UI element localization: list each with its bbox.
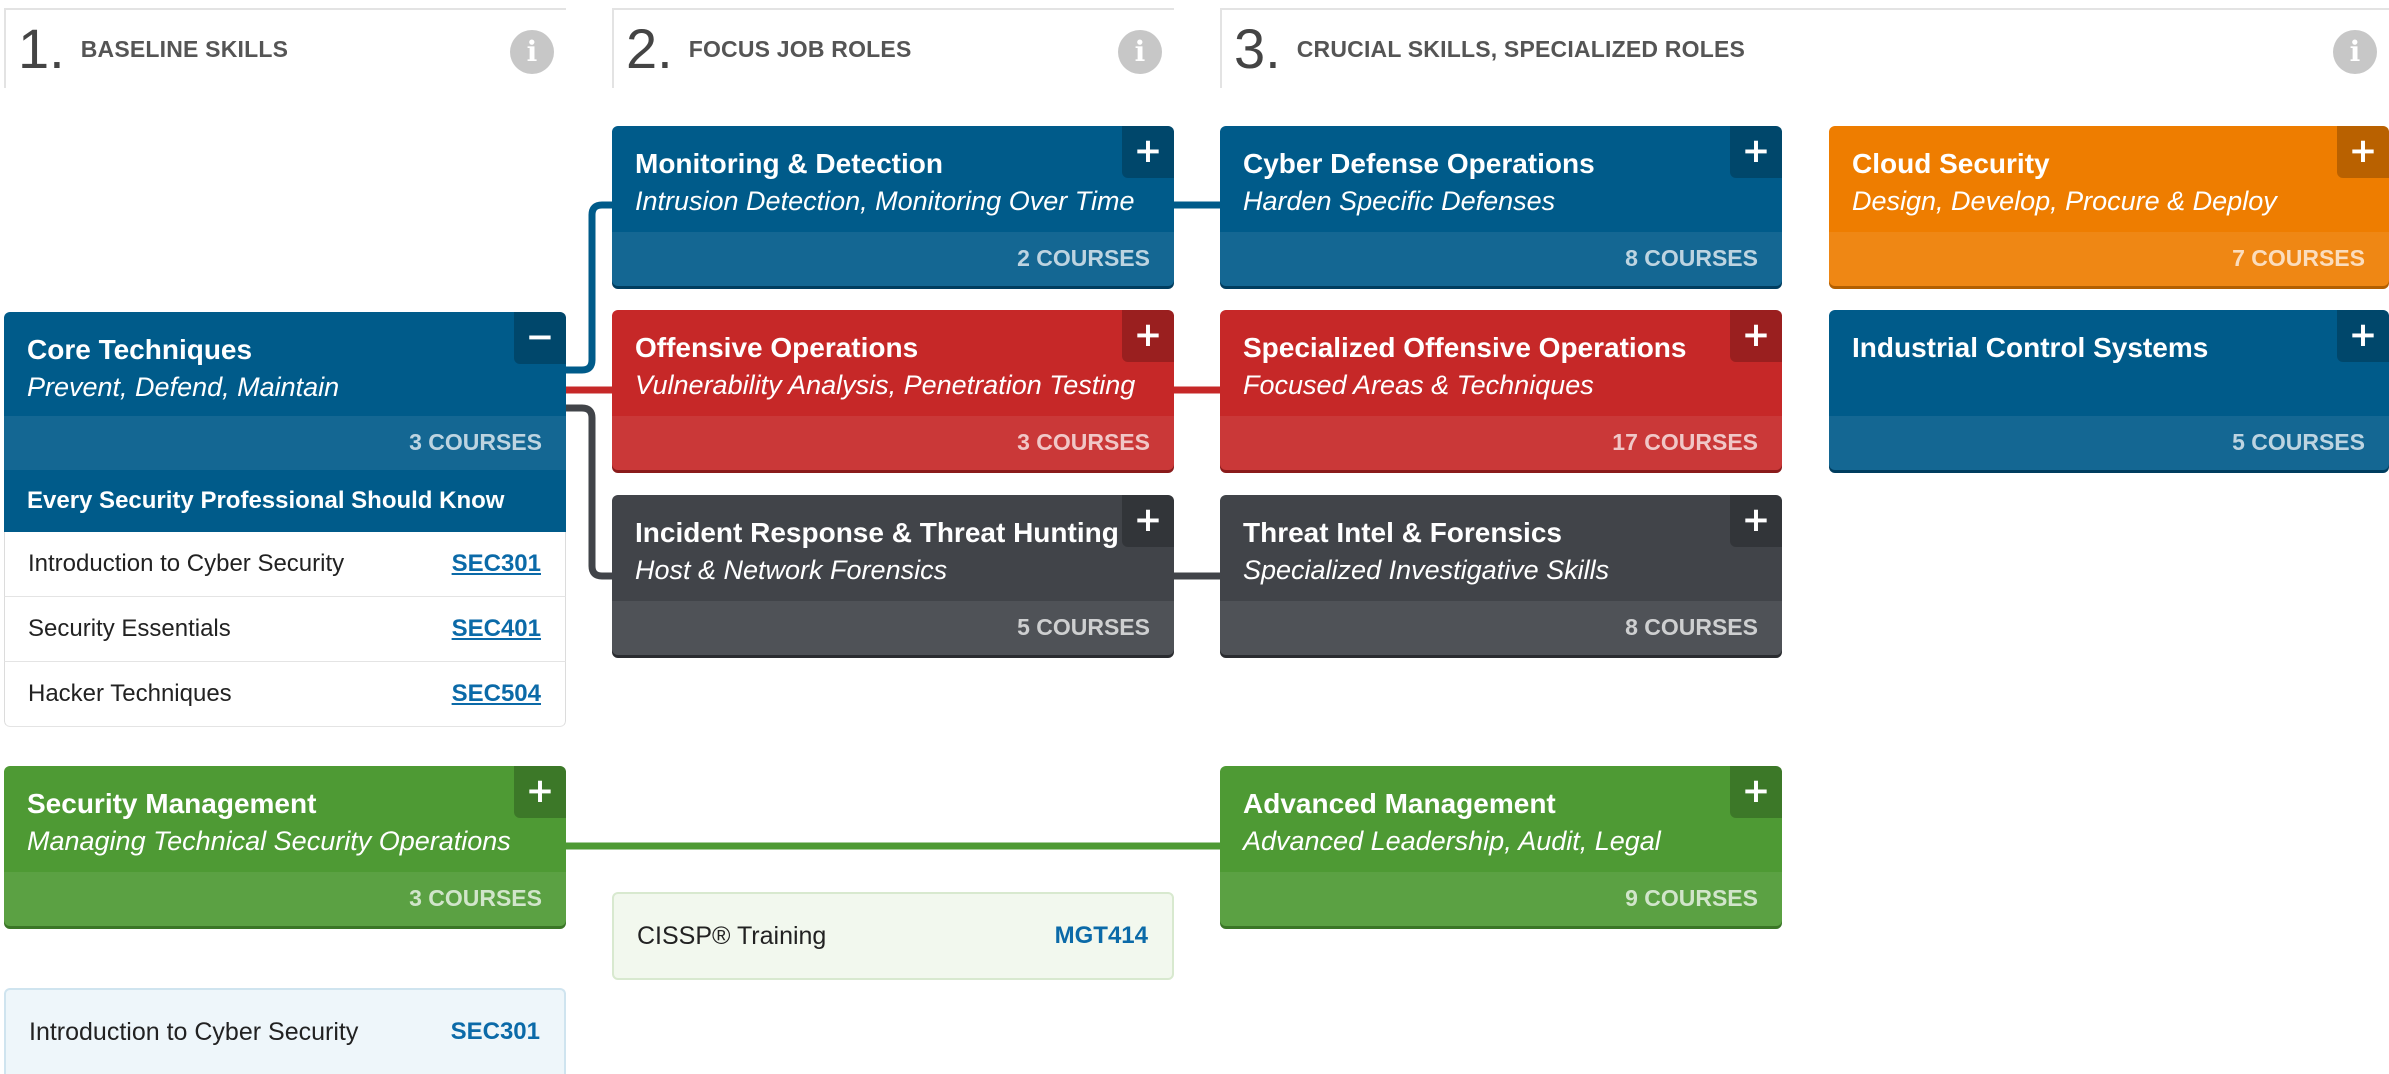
card-subtitle: Prevent, Defend, Maintain bbox=[27, 372, 340, 402]
expand-icon[interactable]: + bbox=[2337, 126, 2389, 178]
course-name: Security Essentials bbox=[28, 615, 231, 642]
info-icon[interactable]: i bbox=[2333, 30, 2377, 74]
course-count: 8 COURSES bbox=[1625, 245, 1758, 271]
course-code-link[interactable]: SEC401 bbox=[452, 615, 541, 643]
core-expanded-heading: Every Security Professional Should Know bbox=[4, 470, 566, 532]
card-title: Industrial Control Systems bbox=[1852, 332, 2209, 363]
column-title: CRUCIAL SKILLS, SPECIALIZED ROLES bbox=[1296, 35, 1746, 62]
column-number: 1. bbox=[18, 17, 65, 80]
course-count: 5 COURSES bbox=[2232, 429, 2365, 455]
expand-icon[interactable]: + bbox=[1730, 126, 1782, 178]
card-title: Core Techniques bbox=[27, 334, 253, 365]
card-advanced-management[interactable]: Advanced Management Advanced Leadership,… bbox=[1220, 766, 1782, 926]
card-offensive-operations[interactable]: Offensive Operations Vulnerability Analy… bbox=[612, 310, 1174, 470]
column-title: BASELINE SKILLS bbox=[80, 35, 289, 62]
connector-core-incident bbox=[565, 404, 614, 580]
course-name: Hacker Techniques bbox=[28, 680, 232, 707]
card-incident-response[interactable]: Incident Response & Threat Hunting Host … bbox=[612, 495, 1174, 655]
card-subtitle: Vulnerability Analysis, Penetration Test… bbox=[635, 370, 1136, 400]
card-cyber-defense-operations[interactable]: Cyber Defense Operations Harden Specific… bbox=[1220, 126, 1782, 286]
course-count: 17 COURSES bbox=[1612, 429, 1758, 455]
expand-icon[interactable]: + bbox=[1122, 495, 1174, 547]
course-count: 3 COURSES bbox=[409, 885, 542, 911]
card-title: Cyber Defense Operations bbox=[1243, 148, 1595, 179]
course-count: 2 COURSES bbox=[1017, 245, 1150, 271]
course-count: 3 COURSES bbox=[409, 429, 542, 455]
card-title: Incident Response & Threat Hunting bbox=[635, 517, 1119, 548]
course-code-link[interactable]: MGT414 bbox=[1055, 922, 1148, 950]
column-header-crucial: 3. CRUCIAL SKILLS, SPECIALIZED ROLES i bbox=[1220, 8, 2389, 88]
column-number: 2. bbox=[626, 17, 673, 80]
card-subtitle: Focused Areas & Techniques bbox=[1243, 370, 1594, 400]
card-subtitle: Specialized Investigative Skills bbox=[1243, 555, 1610, 585]
card-core-techniques[interactable]: Core Techniques Prevent, Defend, Maintai… bbox=[4, 312, 566, 470]
card-title: Cloud Security bbox=[1852, 148, 2050, 179]
card-threat-intel-forensics[interactable]: Threat Intel & Forensics Specialized Inv… bbox=[1220, 495, 1782, 655]
expand-icon[interactable]: + bbox=[514, 766, 566, 818]
card-monitoring-detection[interactable]: Monitoring & Detection Intrusion Detecti… bbox=[612, 126, 1174, 286]
course-name: CISSP® Training bbox=[637, 921, 827, 950]
expand-icon[interactable]: + bbox=[1122, 310, 1174, 362]
card-title: Security Management bbox=[27, 788, 317, 819]
card-title: Advanced Management bbox=[1243, 788, 1556, 819]
connector-core-monitoring bbox=[565, 201, 614, 374]
course-count: 9 COURSES bbox=[1625, 885, 1758, 911]
column-header-focus: 2. FOCUS JOB ROLES i bbox=[612, 8, 1174, 88]
column-title: FOCUS JOB ROLES bbox=[688, 35, 912, 62]
expand-icon[interactable]: + bbox=[1730, 310, 1782, 362]
info-icon[interactable]: i bbox=[510, 30, 554, 74]
course-count: 7 COURSES bbox=[2232, 245, 2365, 271]
card-cloud-security[interactable]: Cloud Security Design, Develop, Procure … bbox=[1829, 126, 2389, 286]
course-count: 3 COURSES bbox=[1017, 429, 1150, 455]
column-header-baseline: 1. BASELINE SKILLS i bbox=[4, 8, 566, 88]
course-code-link[interactable]: SEC504 bbox=[452, 680, 541, 708]
card-title: Specialized Offensive Operations bbox=[1243, 332, 1687, 363]
course-code-link[interactable]: SEC301 bbox=[452, 550, 541, 578]
list-item: Introduction to Cyber Security SEC301 bbox=[4, 532, 566, 597]
card-subtitle: Intrusion Detection, Monitoring Over Tim… bbox=[635, 186, 1135, 216]
course-name: Introduction to Cyber Security bbox=[29, 1017, 359, 1046]
info-icon[interactable]: i bbox=[1118, 30, 1162, 74]
core-course-list: Introduction to Cyber Security SEC301 Se… bbox=[4, 532, 566, 727]
card-subtitle: Advanced Leadership, Audit, Legal bbox=[1243, 826, 1661, 856]
list-item: Hacker Techniques SEC504 bbox=[4, 662, 566, 727]
card-subtitle: Host & Network Forensics bbox=[635, 555, 948, 585]
list-item: Security Essentials SEC401 bbox=[4, 597, 566, 662]
card-industrial-control-systems[interactable]: Industrial Control Systems 5 COURSES + bbox=[1829, 310, 2389, 470]
card-subtitle: Design, Develop, Procure & Deploy bbox=[1852, 186, 2277, 216]
course-count: 5 COURSES bbox=[1017, 614, 1150, 640]
expand-icon[interactable]: + bbox=[1730, 495, 1782, 547]
expand-icon[interactable]: + bbox=[2337, 310, 2389, 362]
collapse-icon[interactable]: − bbox=[514, 312, 566, 364]
card-security-management[interactable]: Security Management Managing Technical S… bbox=[4, 766, 566, 926]
course-code-link[interactable]: SEC301 bbox=[451, 1018, 540, 1046]
expand-icon[interactable]: + bbox=[1122, 126, 1174, 178]
course-item-cissp[interactable]: CISSP® Training MGT414 bbox=[612, 892, 1174, 980]
column-number: 3. bbox=[1234, 17, 1281, 80]
course-count: 8 COURSES bbox=[1625, 614, 1758, 640]
course-item-intro[interactable]: Introduction to Cyber Security SEC301 bbox=[4, 988, 566, 1074]
card-specialized-offensive-operations[interactable]: Specialized Offensive Operations Focused… bbox=[1220, 310, 1782, 470]
card-title: Threat Intel & Forensics bbox=[1243, 517, 1562, 548]
card-subtitle: Harden Specific Defenses bbox=[1243, 186, 1556, 216]
card-title: Monitoring & Detection bbox=[635, 148, 943, 179]
course-name: Introduction to Cyber Security bbox=[28, 550, 345, 577]
expand-icon[interactable]: + bbox=[1730, 766, 1782, 818]
card-subtitle: Managing Technical Security Operations bbox=[27, 826, 511, 856]
card-title: Offensive Operations bbox=[635, 332, 919, 363]
